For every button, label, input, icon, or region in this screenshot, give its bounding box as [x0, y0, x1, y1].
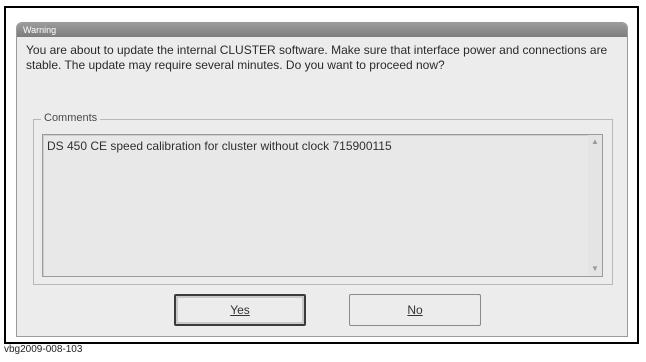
chevron-down-icon[interactable]: ▼: [590, 264, 600, 274]
chevron-up-icon[interactable]: ▲: [590, 137, 600, 147]
yes-button[interactable]: Yes: [174, 294, 306, 326]
no-button-label: No: [407, 303, 423, 317]
comments-text: DS 450 CE speed calibration for cluster …: [47, 139, 392, 153]
figure-caption: vbg2009-008-103: [4, 344, 83, 355]
comments-scrollbar[interactable]: ▲ ▼: [588, 135, 602, 276]
comments-textarea[interactable]: DS 450 CE speed calibration for cluster …: [42, 134, 603, 277]
warning-message: You are about to update the internal CLU…: [26, 43, 608, 72]
no-button[interactable]: No: [349, 294, 481, 326]
comments-group: Comments DS 450 CE speed calibration for…: [33, 112, 613, 285]
dialog-title: Warning: [17, 23, 627, 37]
warning-dialog: Warning You are about to update the inte…: [16, 22, 628, 337]
yes-button-label: Yes: [230, 303, 250, 317]
comments-label: Comments: [41, 112, 101, 124]
figure-frame: Warning You are about to update the inte…: [4, 6, 639, 344]
